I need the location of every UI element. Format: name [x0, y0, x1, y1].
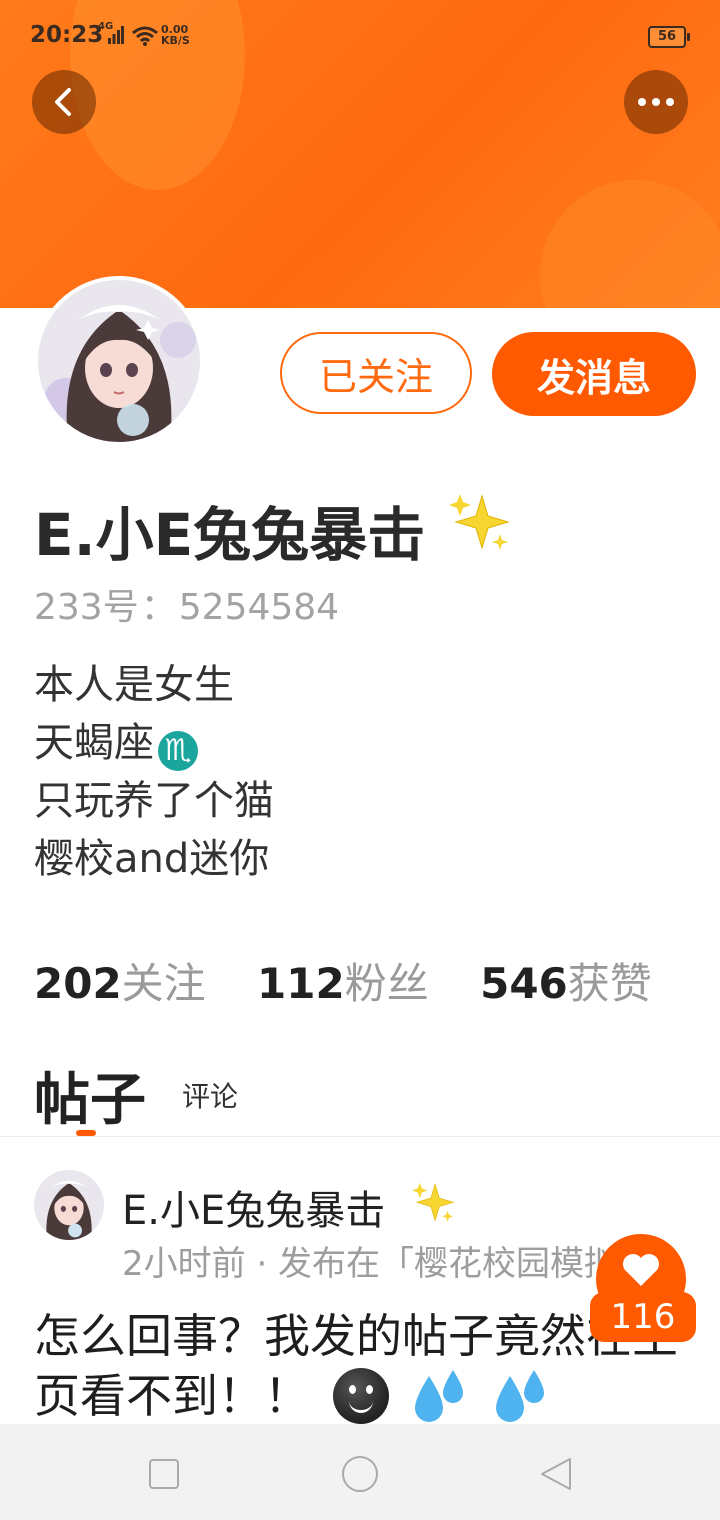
- signal-icon: [108, 26, 124, 48]
- stat-following-count: 202: [34, 959, 122, 1008]
- stat-likes-label: 获赞: [567, 959, 652, 1008]
- network-speed: 0.00 KB/S: [161, 24, 190, 46]
- user-id: 233号：5254584: [34, 578, 339, 630]
- heart-icon: [623, 1254, 659, 1286]
- chevron-left-icon: [55, 88, 71, 116]
- wifi-icon: [132, 26, 158, 50]
- stat-followers-count: 112: [257, 959, 345, 1008]
- avatar: [38, 280, 200, 442]
- send-message-button[interactable]: 发消息: [492, 332, 696, 416]
- system-navigation-bar: [0, 1424, 720, 1520]
- status-time: 20:23: [30, 22, 104, 48]
- more-dots-icon: [638, 98, 674, 106]
- stat-likes[interactable]: 546获赞: [480, 950, 652, 1011]
- bio-line: 本人是女生: [34, 662, 234, 708]
- user-id-separator: ：: [140, 587, 177, 628]
- home-button[interactable]: [340, 1454, 380, 1494]
- stat-followers[interactable]: 112粉丝: [257, 950, 429, 1011]
- sparkles-icon: [410, 1180, 456, 1230]
- battery-indicator: 56: [648, 26, 690, 48]
- triangle-back-icon: [541, 1458, 571, 1490]
- bio-line-text: 天蝎座: [34, 720, 154, 766]
- square-icon: [149, 1459, 179, 1489]
- status-bar: 20:23 4G 0.00 KB/S 56: [0, 18, 720, 58]
- profile-avatar[interactable]: [34, 276, 204, 446]
- bio-line: 樱校and迷你: [34, 836, 270, 882]
- speed-unit: KB/S: [161, 34, 190, 47]
- profile-bio: 本人是女生 天蝎座 ♏ 只玩养了个猫 樱校and迷你: [34, 656, 274, 888]
- tabs-divider: [0, 1136, 720, 1137]
- stat-followers-label: 粉丝: [344, 959, 429, 1008]
- scorpio-icon: ♏: [158, 731, 198, 771]
- back-button[interactable]: [32, 70, 96, 134]
- followed-button[interactable]: 已关注: [280, 332, 472, 414]
- avatar: [34, 1170, 104, 1240]
- bio-line: 天蝎座 ♏: [34, 714, 274, 772]
- like-count[interactable]: 116: [590, 1292, 696, 1342]
- user-id-label: 233号: [34, 587, 139, 628]
- post-author-name[interactable]: E.小E兔兔暴击: [122, 1178, 385, 1236]
- stat-following-label: 关注: [121, 959, 206, 1008]
- tab-posts[interactable]: 帖子: [34, 1055, 146, 1136]
- profile-stats: 202关注 112粉丝 546获赞: [34, 950, 690, 1011]
- profile-name: E.小E兔兔暴击: [34, 501, 426, 569]
- recent-apps-button[interactable]: [144, 1454, 184, 1494]
- circle-icon: [342, 1456, 378, 1492]
- post-author-avatar[interactable]: [34, 1170, 104, 1240]
- stat-following[interactable]: 202关注: [34, 950, 206, 1011]
- system-back-button[interactable]: [536, 1454, 576, 1494]
- tab-comments[interactable]: 评论: [182, 1075, 238, 1115]
- smiling-face-icon: [332, 1368, 389, 1424]
- user-id-value: 5254584: [178, 587, 340, 628]
- more-options-button[interactable]: [624, 70, 688, 134]
- sparkles-icon: [446, 490, 512, 560]
- bio-line: 只玩养了个猫: [34, 778, 274, 824]
- stat-likes-count: 546: [480, 959, 568, 1008]
